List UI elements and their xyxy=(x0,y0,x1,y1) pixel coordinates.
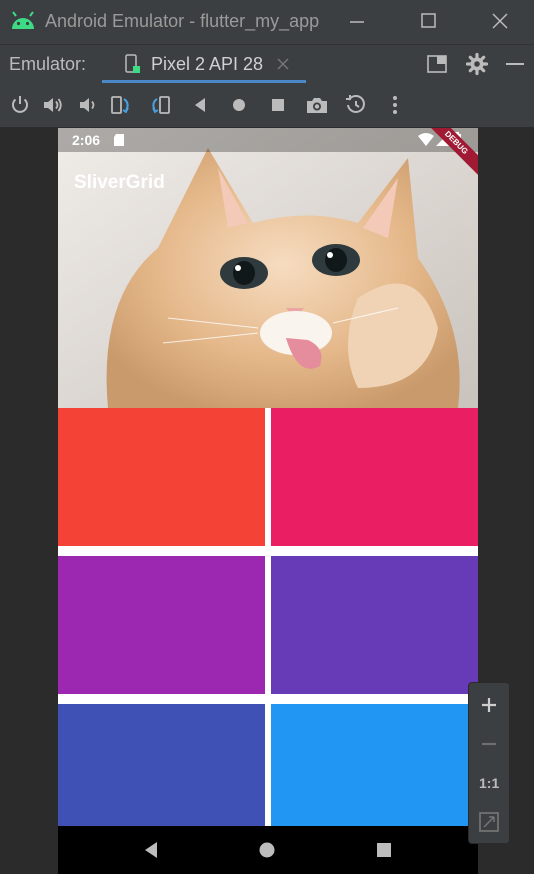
close-button[interactable] xyxy=(470,0,530,44)
grid-tile[interactable] xyxy=(58,408,265,546)
screenshot-icon[interactable] xyxy=(305,93,329,117)
volume-down-icon[interactable] xyxy=(75,93,99,117)
window-title-bar: Android Emulator - flutter_my_app xyxy=(0,0,534,44)
android-status-bar: 2:06 xyxy=(58,128,478,152)
nav-home-icon[interactable] xyxy=(258,841,276,859)
rotate-right-icon[interactable] xyxy=(148,93,172,117)
minimize-icon xyxy=(350,21,364,23)
back-icon[interactable] xyxy=(188,93,212,117)
grid-tile[interactable] xyxy=(58,556,265,694)
fit-screen-icon[interactable] xyxy=(478,811,500,833)
zoom-out-icon[interactable] xyxy=(479,734,499,754)
emulator-toolbar xyxy=(0,83,534,127)
phone-screen[interactable]: 2:06 SliverGrid DEBUG xyxy=(58,128,478,874)
home-icon[interactable] xyxy=(227,93,251,117)
hide-panel-icon[interactable] xyxy=(504,54,526,74)
sd-card-icon xyxy=(114,134,124,146)
power-icon[interactable] xyxy=(8,93,32,117)
minimize-button[interactable] xyxy=(326,0,386,44)
app-bar-title: SliverGrid xyxy=(74,172,165,193)
wifi-icon xyxy=(418,133,434,146)
device-tab-label: Pixel 2 API 28 xyxy=(151,54,264,74)
volume-up-icon[interactable] xyxy=(41,93,65,117)
more-icon[interactable] xyxy=(383,93,407,117)
zoom-actual-size-button[interactable]: 1:1 xyxy=(479,775,499,791)
grid-tile[interactable] xyxy=(271,704,478,842)
android-nav-bar xyxy=(58,826,478,874)
android-logo-icon xyxy=(12,11,34,29)
grid-tile[interactable] xyxy=(58,704,265,842)
window-title: Android Emulator - flutter_my_app xyxy=(45,11,319,31)
emulator-tab-bar: Emulator: Pixel 2 API 28 xyxy=(0,44,534,83)
device-icon xyxy=(125,54,140,73)
window-mode-icon[interactable] xyxy=(426,54,448,74)
kitten-image xyxy=(58,128,478,408)
header-image: 2:06 SliverGrid DEBUG xyxy=(58,128,478,408)
grid-tile[interactable] xyxy=(271,408,478,546)
zoom-controls: 1:1 xyxy=(468,682,510,844)
status-time: 2:06 xyxy=(72,132,101,148)
tab-device[interactable]: Pixel 2 API 28 xyxy=(102,45,306,83)
emulator-label: Emulator: xyxy=(9,54,87,74)
snapshot-icon[interactable] xyxy=(344,93,368,117)
nav-recents-icon[interactable] xyxy=(375,841,393,859)
grid-tile[interactable] xyxy=(271,556,478,694)
rotate-left-icon[interactable] xyxy=(109,93,133,117)
maximize-icon xyxy=(421,13,436,28)
close-icon xyxy=(492,13,508,29)
overview-icon[interactable] xyxy=(266,93,290,117)
close-tab-icon[interactable] xyxy=(277,58,289,70)
nav-back-icon[interactable] xyxy=(142,840,160,860)
maximize-button[interactable] xyxy=(398,0,458,44)
settings-gear-icon[interactable] xyxy=(465,52,489,76)
zoom-in-icon[interactable] xyxy=(479,695,499,715)
